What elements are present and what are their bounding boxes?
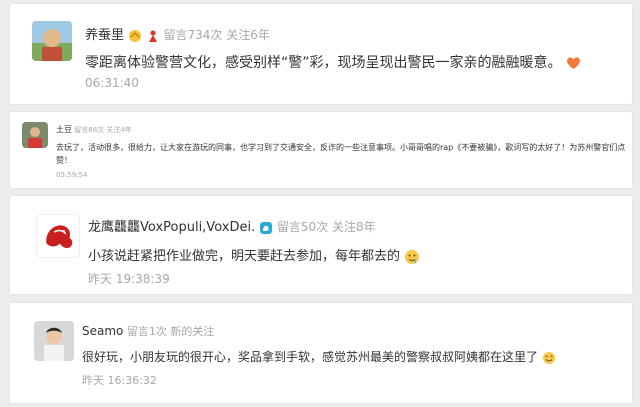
comment-meta: 龙鹰龘龘VoxPopuli,VoxDei. 留言50次 关注8年 xyxy=(88,216,376,235)
user-stats: 留言734次 关注6年 xyxy=(163,28,270,42)
username[interactable]: 龙鹰龘龘VoxPopuli,VoxDei. xyxy=(88,220,255,235)
username[interactable]: 土豆 xyxy=(56,125,72,134)
avatar[interactable] xyxy=(36,214,80,258)
comment-text: 去玩了，活动很多，很给力，让大家在游玩的同事，也学习到了交通安全，反诈的一些注意… xyxy=(56,143,626,165)
comment-meta: 养蚕里 留言734次 关注6年 xyxy=(85,24,270,43)
comment-text: 零距离体验警营文化，感受别样“警”彩，现场呈现出警民一家亲的融融暖意。 xyxy=(85,52,625,72)
avatar[interactable] xyxy=(34,321,74,361)
comment-time: 06:31:40 xyxy=(85,76,139,90)
drooling-face-emoji xyxy=(404,249,420,265)
avatar[interactable] xyxy=(22,122,48,148)
comment-text: 很好玩，小朋友玩的很开心，奖品拿到手软，感觉苏州最美的警察叔叔阿姨都在这里了 xyxy=(82,348,556,365)
flexed-biceps-emoji xyxy=(259,221,273,235)
comment-card: 养蚕里 留言734次 关注6年 零距离体验警营文化，感受别样“警”彩，现场呈现出… xyxy=(10,4,632,104)
comment-card: Seamo 留言1次 新的关注 很好玩，小朋友玩的很开心，奖品拿到手软，感觉苏州… xyxy=(10,303,632,403)
comment-time: 05:59:54 xyxy=(56,171,88,179)
comment-card: 龙鹰龘龘VoxPopuli,VoxDei. 留言50次 关注8年 小孩说赶紧把作… xyxy=(10,196,632,294)
user-stats: 留言50次 关注8年 xyxy=(276,220,376,234)
comment-meta: 土豆 留言68次 关注4年 xyxy=(56,124,132,135)
user-stats: 留言1次 新的关注 xyxy=(126,325,215,338)
clapping-hands-emoji xyxy=(128,29,142,43)
smiling-face-emoji xyxy=(542,351,556,365)
orange-heart-emoji xyxy=(566,56,581,70)
username[interactable]: 养蚕里 xyxy=(85,28,124,43)
comment-time: 昨天 16:36:32 xyxy=(82,374,157,387)
username[interactable]: Seamo xyxy=(82,324,123,338)
red-figure-emoji xyxy=(146,29,160,43)
user-stats: 留言68次 关注4年 xyxy=(74,126,132,134)
comment-meta: Seamo 留言1次 新的关注 xyxy=(82,323,214,339)
comment-card: 土豆 留言68次 关注4年 去玩了，活动很多，很给力，让大家在游玩的同事，也学习… xyxy=(10,112,632,188)
comment-time: 昨天 19:38:39 xyxy=(88,272,170,286)
avatar[interactable] xyxy=(32,21,72,61)
comment-text: 小孩说赶紧把作业做完，明天要赶去参加，每年都去的 xyxy=(88,245,420,265)
